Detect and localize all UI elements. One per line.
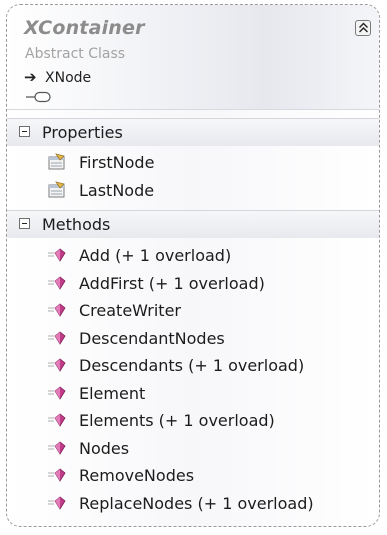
base-class-name: XNode (45, 70, 92, 86)
method-item-label: Descendants (+ 1 overload) (79, 356, 305, 375)
properties-section-header[interactable]: Properties (7, 118, 379, 146)
class-shape[interactable]: XContainer Abstract Class ➔ XNode Proper… (6, 4, 380, 527)
method-item-label: Nodes (79, 438, 130, 458)
collapse-button[interactable] (355, 20, 371, 36)
method-icon (47, 274, 67, 292)
method-item-label: Add (+ 1 overload) (79, 246, 232, 265)
methods-section-header[interactable]: Methods (7, 210, 379, 238)
method-item-label: RemoveNodes (79, 466, 195, 485)
method-item[interactable]: Element (7, 381, 379, 407)
property-item[interactable]: LastNode (7, 178, 379, 204)
method-item-label: Element (79, 383, 146, 403)
collapse-toggle-icon[interactable] (19, 218, 30, 229)
method-item[interactable]: CreateWriter (7, 298, 379, 324)
double-chevron-up-icon (359, 22, 368, 33)
method-item-label: AddFirst (+ 1 overload) (79, 273, 265, 293)
method-item[interactable]: ReplaceNodes (+ 1 overload) (7, 491, 379, 517)
collapse-toggle-icon[interactable] (19, 126, 30, 137)
property-item-label: FirstNode (79, 153, 155, 172)
method-icon (47, 301, 67, 319)
method-item[interactable]: RemoveNodes (7, 463, 379, 489)
property-item-label: LastNode (79, 181, 155, 200)
method-item-label: DescendantNodes (79, 328, 225, 348)
property-item[interactable]: FirstNode (7, 150, 379, 176)
method-icon (47, 466, 67, 484)
method-item-label: CreateWriter (79, 301, 181, 320)
method-icon (47, 494, 67, 512)
methods-section-label: Methods (42, 215, 111, 234)
method-icon (47, 411, 67, 429)
method-icon (47, 329, 67, 347)
inheritance-arrow-icon: ➔ (24, 68, 37, 86)
method-item[interactable]: Add (+ 1 overload) (7, 243, 379, 269)
method-item[interactable]: DescendantNodes (7, 326, 379, 352)
method-item[interactable]: AddFirst (+ 1 overload) (7, 271, 379, 297)
method-item-label: Elements (+ 1 overload) (79, 411, 275, 430)
interface-lollipop-icon (26, 91, 51, 103)
method-icon (47, 356, 67, 374)
method-icon (47, 439, 67, 457)
method-icon (47, 384, 67, 402)
class-kind: Abstract Class (25, 46, 126, 62)
method-item[interactable]: Nodes (7, 436, 379, 462)
class-name: XContainer (24, 17, 145, 39)
property-icon (47, 181, 67, 199)
method-item[interactable]: Elements (+ 1 overload) (7, 408, 379, 434)
method-item-label: ReplaceNodes (+ 1 overload) (79, 493, 314, 513)
method-icon (47, 246, 67, 264)
method-item[interactable]: Descendants (+ 1 overload) (7, 353, 379, 379)
properties-section-label: Properties (42, 123, 123, 142)
class-header: XContainer Abstract Class ➔ XNode (7, 5, 379, 110)
property-icon (47, 153, 67, 171)
